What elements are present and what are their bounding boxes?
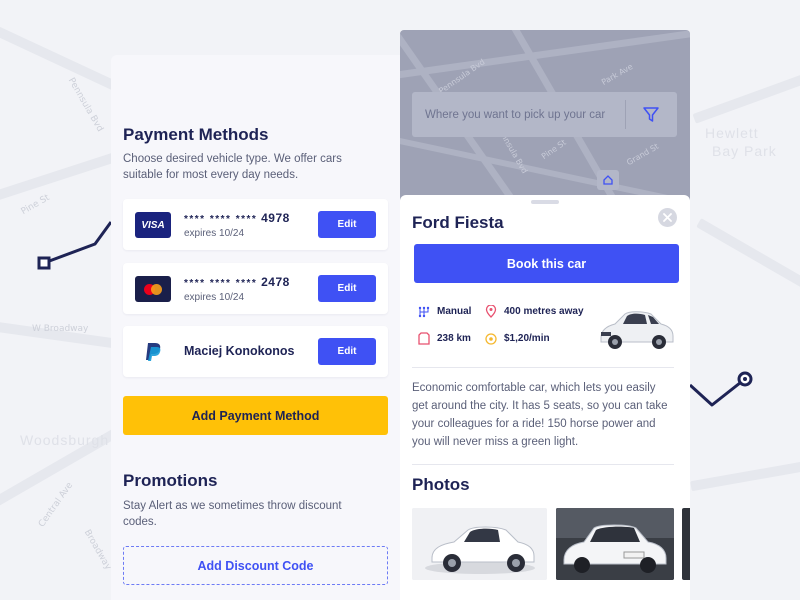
edit-paypal-button[interactable]: Edit [318, 338, 376, 365]
visa-logo: VISA [135, 212, 171, 238]
card-expiry: expires 10/24 [184, 228, 245, 239]
card-number: **** **** **** 2478 [184, 275, 290, 289]
location-pin-icon [484, 305, 497, 318]
payment-subtitle: Choose desired vehicle type. We offer ca… [123, 153, 342, 181]
add-discount-code-button[interactable]: Add Discount Code [123, 546, 388, 585]
edit-mastercard-button[interactable]: Edit [318, 275, 376, 302]
booking-panel: Pennsula Bvd Pennsula Bvd Pine St Park A… [400, 30, 690, 600]
card-expiry: expires 10/24 [184, 292, 245, 303]
payment-title: Payment Methods [123, 125, 269, 144]
car-thumbnail [595, 302, 677, 354]
pickup-search-input[interactable] [412, 92, 624, 137]
gearbox-icon [417, 305, 430, 318]
car-photo[interactable] [412, 508, 547, 580]
car-description: Economic comfortable car, which lets you… [412, 382, 668, 448]
book-car-button[interactable]: Book this car [414, 244, 679, 283]
promotions-subtitle: Stay Alert as we sometimes throw discoun… [123, 500, 342, 528]
booking-map[interactable]: Pennsula Bvd Pennsula Bvd Pine St Park A… [400, 30, 690, 210]
map-street-label: Park Ave [600, 61, 635, 88]
car-photo[interactable] [556, 508, 674, 580]
route-start-marker [37, 256, 51, 270]
map-street-label: Pine St [539, 137, 568, 162]
map-street-label: Grand St [625, 141, 661, 168]
photos-title: Photos [412, 475, 470, 494]
add-payment-method-button[interactable]: Add Payment Method [123, 396, 388, 435]
spec-transmission: Manual [417, 305, 471, 318]
car-photo[interactable] [682, 508, 690, 580]
drag-handle[interactable] [531, 200, 559, 204]
divider [412, 367, 674, 368]
spec-price: $1,20/min [484, 332, 550, 345]
car-details-sheet: Ford Fiesta Book this car Manual 400 met… [400, 195, 690, 600]
card-number: **** **** **** 4978 [184, 211, 290, 225]
spec-range: 238 km [417, 332, 471, 345]
promotions-title: Promotions [123, 471, 218, 490]
payment-panel: Payment Methods Choose desired vehicle t… [111, 55, 400, 600]
divider [412, 464, 674, 465]
search-divider [625, 100, 626, 129]
filter-icon[interactable] [640, 105, 662, 125]
payment-method-mastercard[interactable]: **** **** **** 2478 expires 10/24 Edit [123, 263, 388, 314]
paypal-icon [135, 339, 171, 365]
payment-method-paypal[interactable]: Maciej Konokonos Edit [123, 326, 388, 377]
coin-icon [484, 332, 497, 345]
fuel-icon [417, 332, 430, 345]
car-name: Ford Fiesta [412, 213, 504, 232]
pickup-search-bar [412, 92, 677, 137]
close-icon[interactable] [658, 208, 677, 227]
home-pin-icon[interactable] [597, 170, 619, 190]
payment-method-visa[interactable]: VISA **** **** **** 4978 expires 10/24 E… [123, 199, 388, 250]
paypal-account-name: Maciej Konokonos [184, 344, 295, 358]
mastercard-icon [135, 276, 171, 302]
spec-distance: 400 metres away [484, 305, 584, 318]
edit-visa-button[interactable]: Edit [318, 211, 376, 238]
